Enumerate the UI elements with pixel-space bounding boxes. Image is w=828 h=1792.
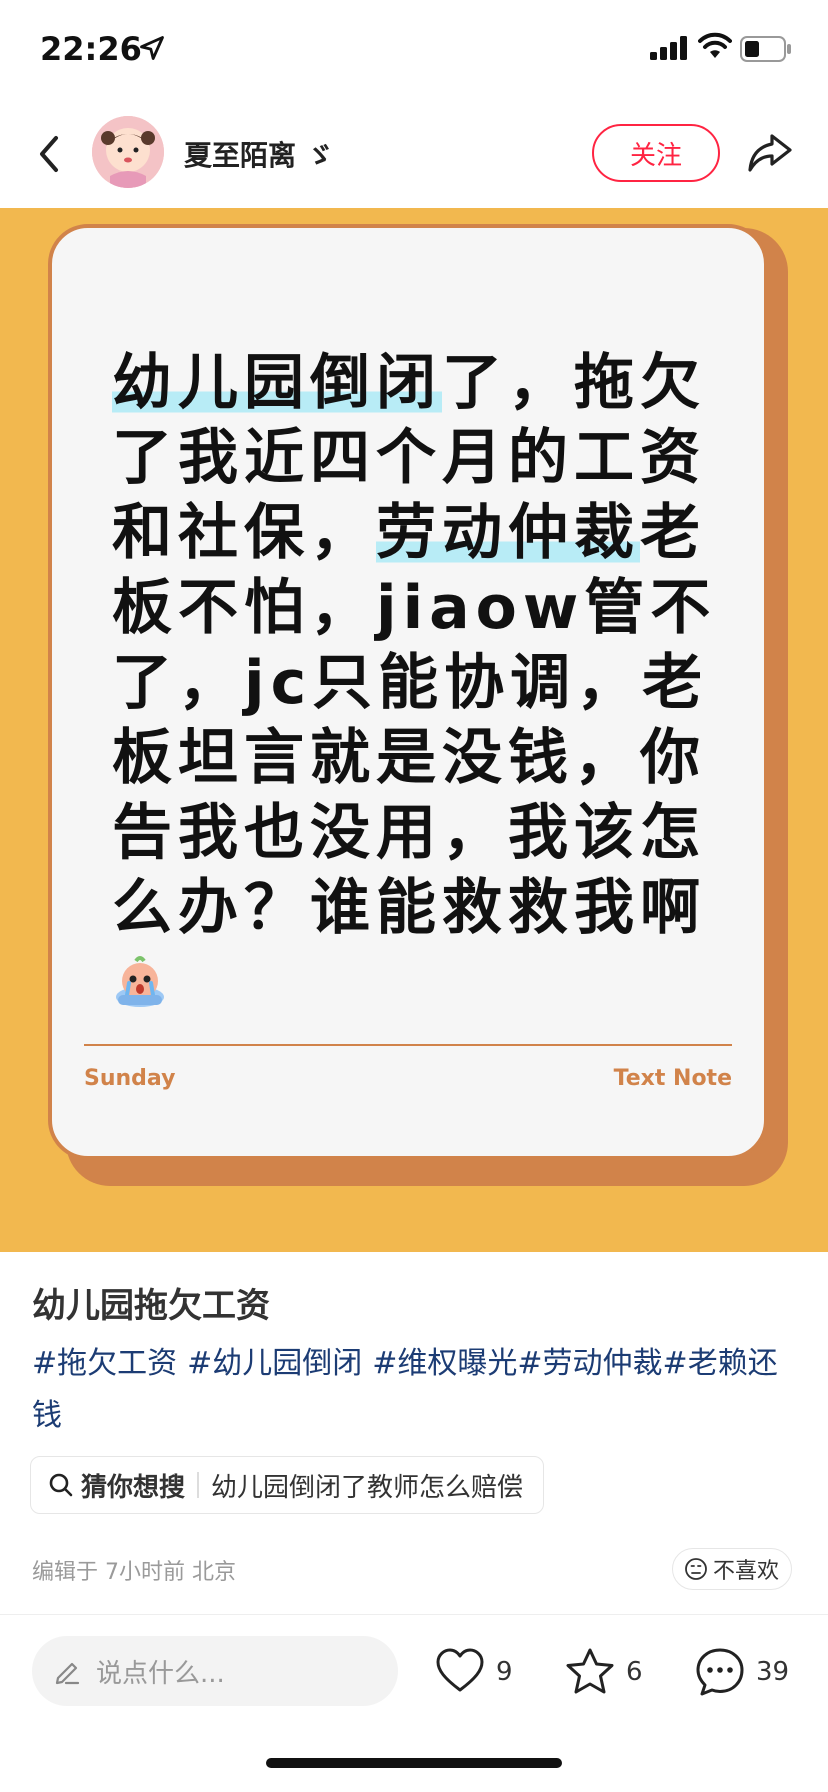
collect-button[interactable]: 6 — [564, 1646, 643, 1698]
card-type-label: Text Note — [613, 1066, 732, 1091]
card-day-label: Sunday — [84, 1066, 176, 1091]
speech-bubble-icon — [696, 1648, 744, 1696]
dislike-label: 不喜欢 — [713, 1559, 780, 1584]
suggested-search-chip[interactable]: 猜你想搜 幼儿园倒闭了教师怎么赔偿 — [30, 1456, 545, 1514]
comment-count: 39 — [756, 1657, 790, 1687]
share-icon[interactable] — [744, 126, 796, 178]
like-button[interactable]: 9 — [434, 1646, 513, 1698]
author-name[interactable]: 夏至陌离 ゞ — [184, 134, 334, 174]
avatar-image — [92, 116, 164, 188]
search-icon — [49, 1473, 73, 1497]
comment-placeholder: 说点什么... — [96, 1658, 225, 1689]
comment-input[interactable]: 说点什么... — [32, 1636, 398, 1706]
like-count: 9 — [496, 1657, 513, 1687]
star-icon — [566, 1648, 614, 1694]
comment-button[interactable]: 39 — [694, 1646, 789, 1698]
pen-icon — [55, 1662, 80, 1685]
status-time: 22:26 — [40, 30, 142, 68]
collect-count: 6 — [626, 1657, 643, 1687]
text-note-card: 幼儿园倒闭了，拖欠了我近四个月的工资和社保，劳动仲裁老板不怕，jiaow管不了，… — [48, 224, 768, 1160]
hashtag-link[interactable]: #拖欠工资 — [32, 1346, 177, 1381]
avatar[interactable] — [92, 116, 164, 188]
cellular-signal-icon — [650, 36, 687, 60]
heart-icon — [436, 1648, 484, 1692]
hashtag-list: #拖欠工资 #幼儿园倒闭 #维权曝光#劳动仲裁#老赖还钱 — [32, 1338, 792, 1442]
highlight-text: 劳动仲裁 — [376, 498, 640, 568]
location-arrow-icon — [140, 36, 164, 60]
dislike-button[interactable]: 不喜欢 — [672, 1548, 793, 1590]
note-image[interactable]: 幼儿园倒闭了，拖欠了我近四个月的工资和社保，劳动仲裁老板不怕，jiaow管不了，… — [0, 208, 828, 1252]
home-indicator[interactable] — [266, 1758, 562, 1768]
bottom-divider — [0, 1614, 828, 1615]
back-button[interactable] — [30, 128, 70, 180]
chip-separator — [197, 1472, 200, 1498]
post-meta: 编辑于 7小时前 北京 — [32, 1560, 236, 1585]
note-card-text: 幼儿园倒闭了，拖欠了我近四个月的工资和社保，劳动仲裁老板不怕，jiaow管不了，… — [112, 346, 732, 1021]
highlight-text: 幼儿园倒闭 — [112, 348, 442, 418]
suggested-search-label: 猜你想搜 — [81, 1472, 186, 1503]
hashtag-link[interactable]: #幼儿园倒闭 — [187, 1346, 362, 1381]
suggested-search-query: 幼儿园倒闭了教师怎么赔偿 — [211, 1472, 524, 1503]
wifi-icon — [698, 32, 732, 58]
follow-button[interactable]: 关注 — [592, 124, 720, 182]
post-title: 幼儿园拖欠工资 — [32, 1286, 270, 1326]
frown-face-icon — [685, 1558, 707, 1580]
status-bar: 22:26 — [0, 0, 828, 100]
card-divider — [84, 1044, 732, 1046]
note-header: 夏至陌离 ゞ 关注 — [0, 100, 828, 208]
battery-icon — [740, 36, 791, 62]
crying-emoji-icon — [116, 956, 164, 1007]
